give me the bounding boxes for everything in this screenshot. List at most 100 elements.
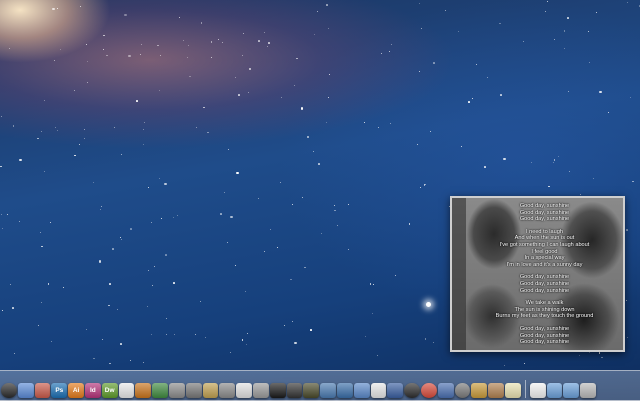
lyric-line: I've got something I can laugh about xyxy=(499,241,590,248)
star xyxy=(394,275,396,277)
star xyxy=(223,191,225,193)
star xyxy=(101,338,103,340)
star xyxy=(588,352,590,354)
notes-icon[interactable] xyxy=(504,383,521,398)
star xyxy=(178,17,180,19)
photo-booth-icon[interactable] xyxy=(135,383,152,398)
star xyxy=(187,45,189,47)
folder-icon[interactable] xyxy=(546,383,563,398)
star xyxy=(524,363,526,365)
page-icon[interactable] xyxy=(529,383,546,398)
star xyxy=(121,238,123,240)
star xyxy=(503,157,506,161)
star xyxy=(420,186,422,188)
star xyxy=(364,122,366,124)
star xyxy=(230,215,233,219)
star xyxy=(235,265,237,267)
star xyxy=(569,171,571,173)
xcode-icon[interactable] xyxy=(336,383,353,398)
finder-icon[interactable] xyxy=(1,383,17,398)
star xyxy=(430,131,432,133)
star xyxy=(420,28,422,30)
sun-app-icon[interactable] xyxy=(471,383,488,398)
illustrator-icon[interactable]: Ai xyxy=(68,383,84,398)
chart-app-icon[interactable] xyxy=(152,383,168,398)
star xyxy=(552,162,554,164)
star xyxy=(1,116,3,118)
star xyxy=(468,101,470,103)
pen-tool-icon[interactable] xyxy=(168,383,185,398)
star xyxy=(2,228,4,229)
system-preferences-icon[interactable] xyxy=(454,383,471,398)
star xyxy=(381,52,383,54)
star xyxy=(136,100,138,102)
star xyxy=(74,154,76,157)
star xyxy=(50,340,52,342)
star xyxy=(43,100,45,102)
mail-icon[interactable] xyxy=(17,383,34,398)
star xyxy=(318,163,320,165)
star xyxy=(471,98,473,100)
image-app-icon[interactable] xyxy=(185,383,202,398)
dreamweaver-icon[interactable]: Dw xyxy=(101,383,118,398)
star xyxy=(173,217,175,219)
terminal-icon[interactable] xyxy=(269,383,286,398)
star xyxy=(210,41,213,43)
indesign-icon[interactable]: Id xyxy=(84,383,101,398)
star xyxy=(245,343,247,345)
lyric-line: Good day, sunshine xyxy=(519,274,570,281)
star xyxy=(41,245,43,248)
star xyxy=(142,128,144,130)
star xyxy=(588,30,590,32)
star xyxy=(372,283,374,285)
star xyxy=(320,232,322,234)
star xyxy=(106,54,108,57)
star xyxy=(334,209,336,212)
lyric-line: Good day, sunshine xyxy=(519,339,570,346)
lyric-line: Good day, sunshine xyxy=(519,216,570,223)
star xyxy=(158,89,160,91)
trash-icon[interactable] xyxy=(580,383,596,398)
pencil-app-icon[interactable] xyxy=(34,383,51,398)
acrobat-icon[interactable] xyxy=(118,383,135,398)
star xyxy=(461,145,463,147)
star xyxy=(87,60,89,62)
console-icon[interactable] xyxy=(303,383,320,398)
star xyxy=(424,338,427,340)
star xyxy=(174,334,176,336)
album-lyrics-widget[interactable]: Good day, sunshine Good day, sunshine Good… xyxy=(450,196,625,352)
star xyxy=(176,215,178,217)
globe-app-icon[interactable] xyxy=(387,383,404,398)
disk-utility-icon[interactable] xyxy=(252,383,269,398)
chrome-icon[interactable] xyxy=(420,383,437,398)
star xyxy=(607,111,609,113)
preview-icon[interactable] xyxy=(353,383,370,398)
security-icon[interactable] xyxy=(437,383,454,398)
textedit-icon[interactable] xyxy=(370,383,387,398)
activity-monitor-icon[interactable] xyxy=(286,383,303,398)
lyric-line: We take a walk xyxy=(525,300,564,307)
star xyxy=(592,178,594,180)
star xyxy=(486,76,488,78)
photoshop-icon[interactable]: Ps xyxy=(51,383,68,398)
star xyxy=(157,44,159,47)
dock-icon-label: Ai xyxy=(72,387,80,394)
lyric-line: Good day, sunshine xyxy=(519,325,570,332)
downloads-folder-icon[interactable] xyxy=(563,383,580,398)
star xyxy=(248,67,252,71)
star xyxy=(568,91,570,93)
dashboard-icon[interactable] xyxy=(404,383,420,398)
star xyxy=(114,126,116,128)
script-app-icon[interactable] xyxy=(202,383,219,398)
star xyxy=(85,43,87,45)
document-icon[interactable] xyxy=(236,383,252,398)
star xyxy=(369,283,372,285)
pencil-tool-icon[interactable] xyxy=(219,383,236,398)
star xyxy=(83,138,85,140)
star xyxy=(130,360,132,362)
star xyxy=(280,182,282,184)
star xyxy=(284,324,286,326)
star xyxy=(258,40,260,42)
coda-icon[interactable] xyxy=(320,383,336,398)
coffee-icon[interactable] xyxy=(488,383,504,398)
